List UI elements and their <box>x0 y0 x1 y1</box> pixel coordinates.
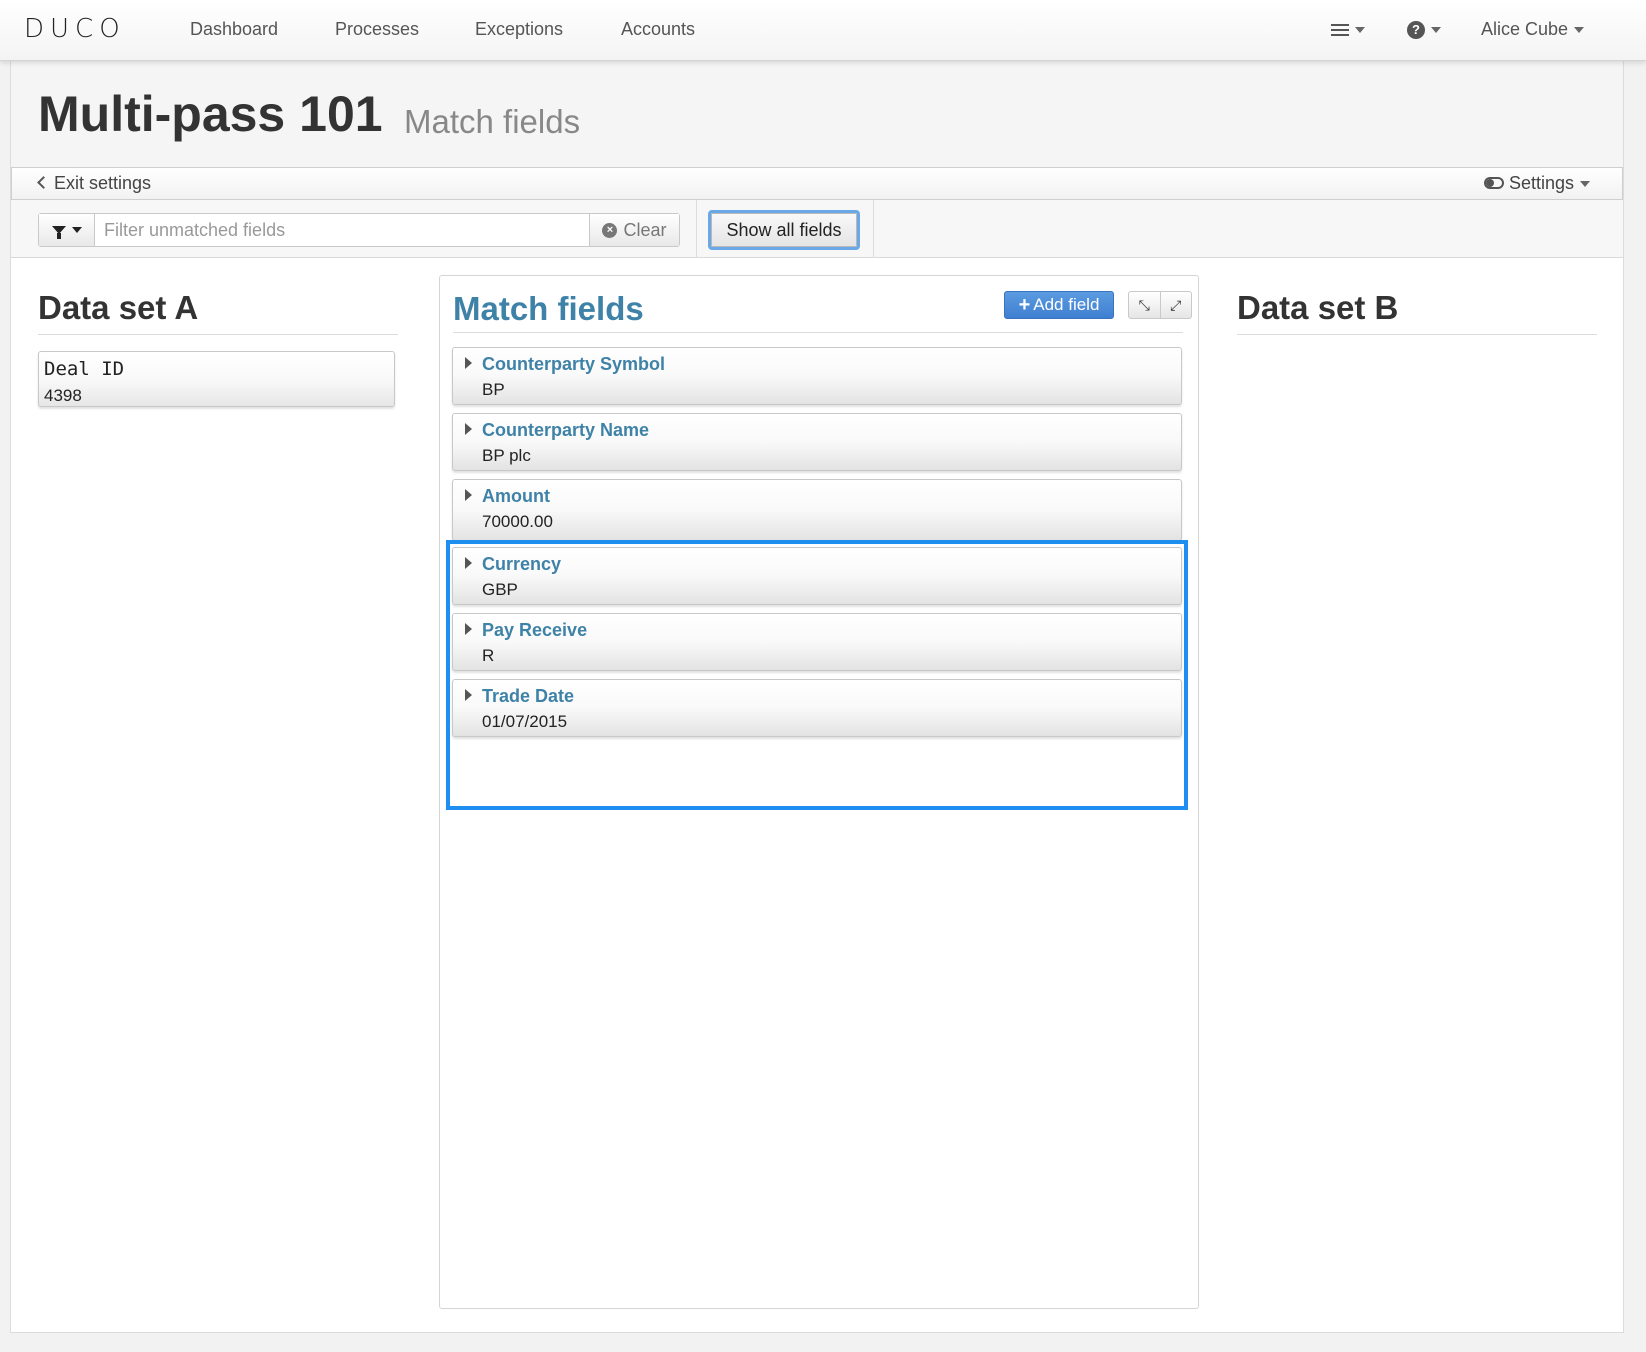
page-header: Multi-pass 101 Match fields <box>11 61 1623 167</box>
match-field-value: BP plc <box>482 446 531 465</box>
filter-type-dropdown[interactable] <box>39 214 95 246</box>
caret-down-icon <box>1574 27 1585 34</box>
filter-icon <box>51 226 66 239</box>
match-field-card[interactable]: Trade Date 01/07/2015 <box>452 679 1182 737</box>
toggle-icon <box>1483 177 1504 190</box>
help-dropdown[interactable]: ? <box>1407 19 1441 40</box>
match-field-name: Trade Date <box>482 686 575 706</box>
match-field-name: Counterparty Symbol <box>482 354 666 374</box>
caret-down-icon <box>1355 27 1365 34</box>
menu-dropdown[interactable] <box>1331 19 1365 40</box>
match-field-value: 01/07/2015 <box>482 712 568 731</box>
hamburger-icon <box>1331 21 1349 39</box>
question-circle-icon: ? <box>1407 21 1425 40</box>
page-container: Multi-pass 101 Match fields Exit setting… <box>10 61 1624 1333</box>
match-field-card[interactable]: Counterparty Symbol BP <box>452 347 1182 405</box>
nav-exceptions[interactable]: Exceptions <box>475 19 563 40</box>
expand-icon[interactable]: ⤢ <box>1160 291 1192 319</box>
clear-button[interactable]: × Clear <box>589 214 679 246</box>
match-field-name: Pay Receive <box>482 620 588 640</box>
match-fields-rule <box>453 332 1183 333</box>
caret-down-icon <box>71 227 82 233</box>
filter-unmatched-input[interactable] <box>95 214 589 246</box>
match-field-value: GBP <box>482 580 518 599</box>
filter-bar: × Clear Show all fields <box>11 200 1623 258</box>
caret-right-icon <box>465 689 472 701</box>
settings-bar: Exit settings Settings <box>11 167 1623 200</box>
settings-label: Settings <box>1508 173 1574 193</box>
dataset-a-title: Data set A <box>38 289 199 326</box>
plus-icon: + <box>1018 294 1031 316</box>
chevron-left-icon <box>37 175 50 189</box>
nav-dashboard[interactable]: Dashboard <box>190 19 278 40</box>
user-name: Alice Cube <box>1481 19 1569 39</box>
match-field-value: R <box>482 646 495 665</box>
caret-right-icon <box>465 423 472 435</box>
divider <box>873 200 874 258</box>
match-field-card[interactable]: Amount 70000.00 <box>452 479 1182 541</box>
exit-settings-label: Exit settings <box>54 173 152 193</box>
exit-settings-link[interactable]: Exit settings <box>37 173 152 194</box>
match-field-card[interactable]: Counterparty Name BP plc <box>452 413 1182 471</box>
caret-down-icon <box>1580 181 1590 188</box>
top-navbar: DUCO Dashboard Processes Exceptions Acco… <box>0 0 1646 61</box>
match-field-name: Amount <box>482 486 550 506</box>
settings-dropdown[interactable]: Settings <box>1483 173 1590 194</box>
dataset-a-rule <box>38 334 398 335</box>
divider <box>696 200 697 258</box>
clear-x-icon: × <box>602 222 618 238</box>
match-field-card[interactable]: Currency GBP <box>452 547 1182 605</box>
nav-accounts[interactable]: Accounts <box>621 19 695 40</box>
caret-down-icon <box>1431 27 1441 34</box>
caret-right-icon <box>465 557 472 569</box>
match-fields-title: Match fields <box>453 290 644 327</box>
caret-right-icon <box>465 489 472 501</box>
show-all-fields-button[interactable]: Show all fields <box>708 210 860 250</box>
filter-group: × Clear <box>38 213 680 247</box>
field-value: 4398 <box>44 386 82 405</box>
add-field-button[interactable]: + Add field <box>1004 291 1114 319</box>
caret-right-icon <box>465 623 472 635</box>
nav-processes[interactable]: Processes <box>335 19 419 40</box>
match-field-card[interactable]: Pay Receive R <box>452 613 1182 671</box>
add-field-label: Add field <box>1033 295 1100 314</box>
match-field-value: BP <box>482 380 505 399</box>
caret-right-icon <box>465 357 472 369</box>
collapse-icon[interactable]: ⤡ <box>1128 291 1161 319</box>
dataset-b-rule <box>1237 334 1597 335</box>
user-menu[interactable]: Alice Cube <box>1481 19 1585 40</box>
dataset-a-field-card[interactable]: Deal ID 4398 <box>38 351 395 407</box>
match-field-name: Counterparty Name <box>482 420 650 440</box>
match-fields-panel: Match fields + Add field ⤡ ⤢ Counterparty… <box>439 275 1199 1309</box>
view-toggle-group: ⤡ ⤢ <box>1128 291 1192 319</box>
match-field-value: 70000.00 <box>482 512 553 531</box>
duco-logo[interactable]: DUCO <box>24 14 126 44</box>
page-subtitle: Match fields <box>404 103 581 140</box>
clear-label: Clear <box>623 219 667 240</box>
field-name: Deal ID <box>44 358 125 380</box>
page-title: Multi-pass 101 <box>38 86 383 142</box>
match-field-name: Currency <box>482 554 562 574</box>
dataset-b-title: Data set B <box>1237 289 1399 326</box>
